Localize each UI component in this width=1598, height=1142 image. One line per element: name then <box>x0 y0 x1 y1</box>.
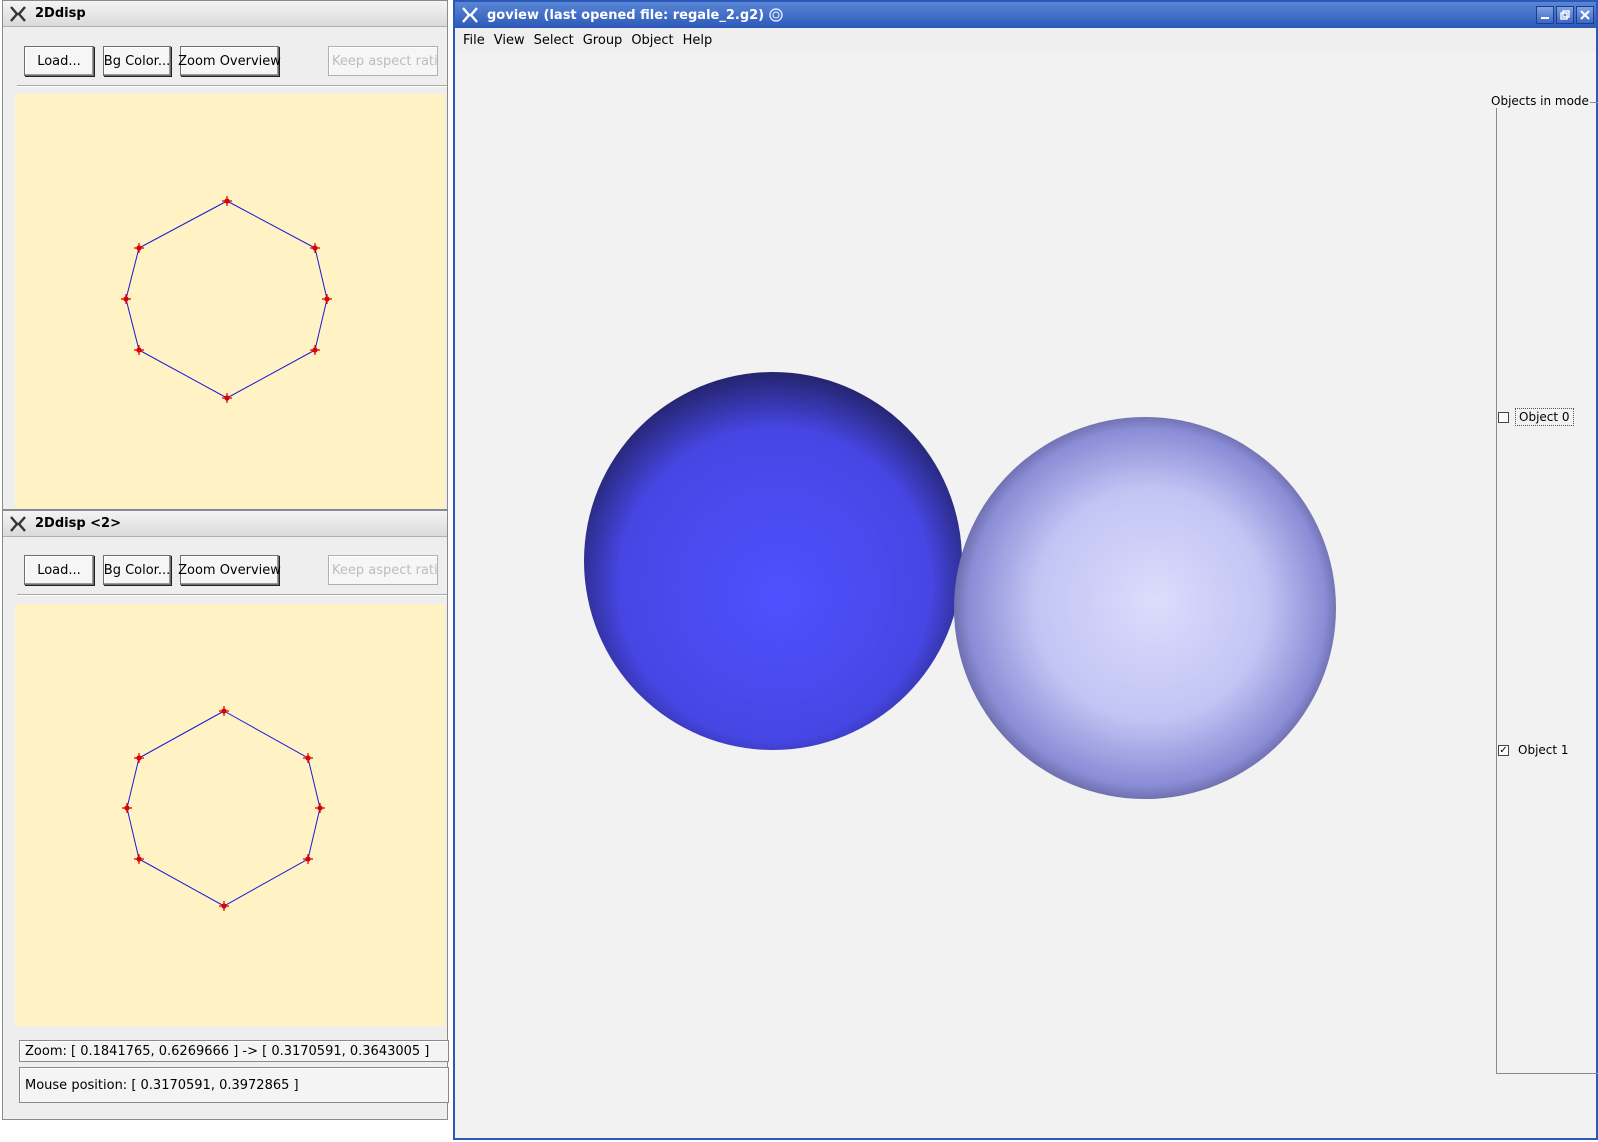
title-bar-2ddisp-2[interactable]: 2Ddisp <2> <box>3 511 447 537</box>
sphere-object-1 <box>954 417 1336 799</box>
window-title: goview (last opened file: regale_2.g2) <box>487 7 765 23</box>
window-2ddisp: 2Ddisp Load... Bg Color... Zoom Overview… <box>2 0 448 510</box>
menu-file[interactable]: File <box>463 33 485 48</box>
title-bar-2ddisp[interactable]: 2Ddisp <box>3 1 447 27</box>
curve-drawing <box>122 706 325 911</box>
toolbar-separator <box>17 594 447 596</box>
control-points <box>121 196 332 403</box>
menu-view[interactable]: View <box>494 33 525 48</box>
object-label[interactable]: Object 0 <box>1515 408 1574 426</box>
title-bar-goview[interactable]: goview (last opened file: regale_2.g2) <box>455 2 1596 28</box>
menu-select[interactable]: Select <box>534 33 574 48</box>
object-row: Object 0 <box>1498 408 1574 426</box>
window-title: 2Ddisp <box>35 6 86 21</box>
toolbar: Load... Bg Color... Zoom Overview Keep a… <box>3 41 447 87</box>
keep-aspect-ratio-button[interactable]: Keep aspect ratio <box>328 46 438 76</box>
window-controls <box>1536 6 1594 24</box>
object-0-checkbox[interactable] <box>1498 411 1509 423</box>
x-logo-icon[interactable] <box>7 3 29 25</box>
window-title: 2Ddisp <2> <box>35 516 121 531</box>
object-row: ✓ Object 1 <box>1498 742 1572 758</box>
zoom-status: Zoom: [ 0.1841765, 0.6269666 ] -> [ 0.31… <box>19 1040 449 1062</box>
object-label[interactable]: Object 1 <box>1515 742 1572 758</box>
menu-bar: File View Select Group Object Help <box>455 28 1596 52</box>
plot-canvas[interactable] <box>15 94 445 508</box>
object-1-checkbox[interactable]: ✓ <box>1498 744 1509 756</box>
plot-canvas[interactable] <box>15 604 445 1026</box>
mouse-position-status: Mouse position: [ 0.3170591, 0.3972865 ] <box>19 1067 449 1103</box>
maximize-icon[interactable] <box>1556 6 1574 24</box>
control-points <box>122 706 325 911</box>
curve-drawing <box>121 196 332 403</box>
objects-panel: Objects in mode Object 0 ✓ Object 1 <box>1486 52 1598 1138</box>
toolbar: Load... Bg Color... Zoom Overview Keep a… <box>3 551 447 597</box>
scene-render <box>584 372 1336 799</box>
sphere-object-0 <box>584 372 962 750</box>
load-button[interactable]: Load... <box>24 555 94 585</box>
x-logo-icon[interactable] <box>459 4 481 26</box>
minimize-icon[interactable] <box>1536 6 1554 24</box>
window-2ddisp-2: 2Ddisp <2> Load... Bg Color... Zoom Over… <box>2 510 449 1120</box>
toolbar-separator <box>17 85 447 87</box>
keep-aspect-ratio-button[interactable]: Keep aspect ratio <box>328 555 438 585</box>
objects-groupbox <box>1496 102 1598 1074</box>
window-goview: goview (last opened file: regale_2.g2) F… <box>453 0 1598 1140</box>
zoom-overview-button[interactable]: Zoom Overview <box>178 46 281 76</box>
load-button[interactable]: Load... <box>24 46 94 76</box>
check-icon: ✓ <box>1499 744 1508 756</box>
x-logo-icon[interactable] <box>7 513 29 535</box>
close-icon[interactable] <box>1576 6 1594 24</box>
menu-help[interactable]: Help <box>683 33 713 48</box>
objects-panel-title: Objects in mode <box>1490 94 1590 108</box>
spiral-icon <box>768 7 784 23</box>
bg-color-button[interactable]: Bg Color... <box>103 46 171 76</box>
bg-color-button[interactable]: Bg Color... <box>103 555 171 585</box>
3d-viewport[interactable] <box>455 52 1486 1138</box>
menu-group[interactable]: Group <box>583 33 623 48</box>
menu-object[interactable]: Object <box>631 33 673 48</box>
zoom-overview-button[interactable]: Zoom Overview <box>178 555 281 585</box>
